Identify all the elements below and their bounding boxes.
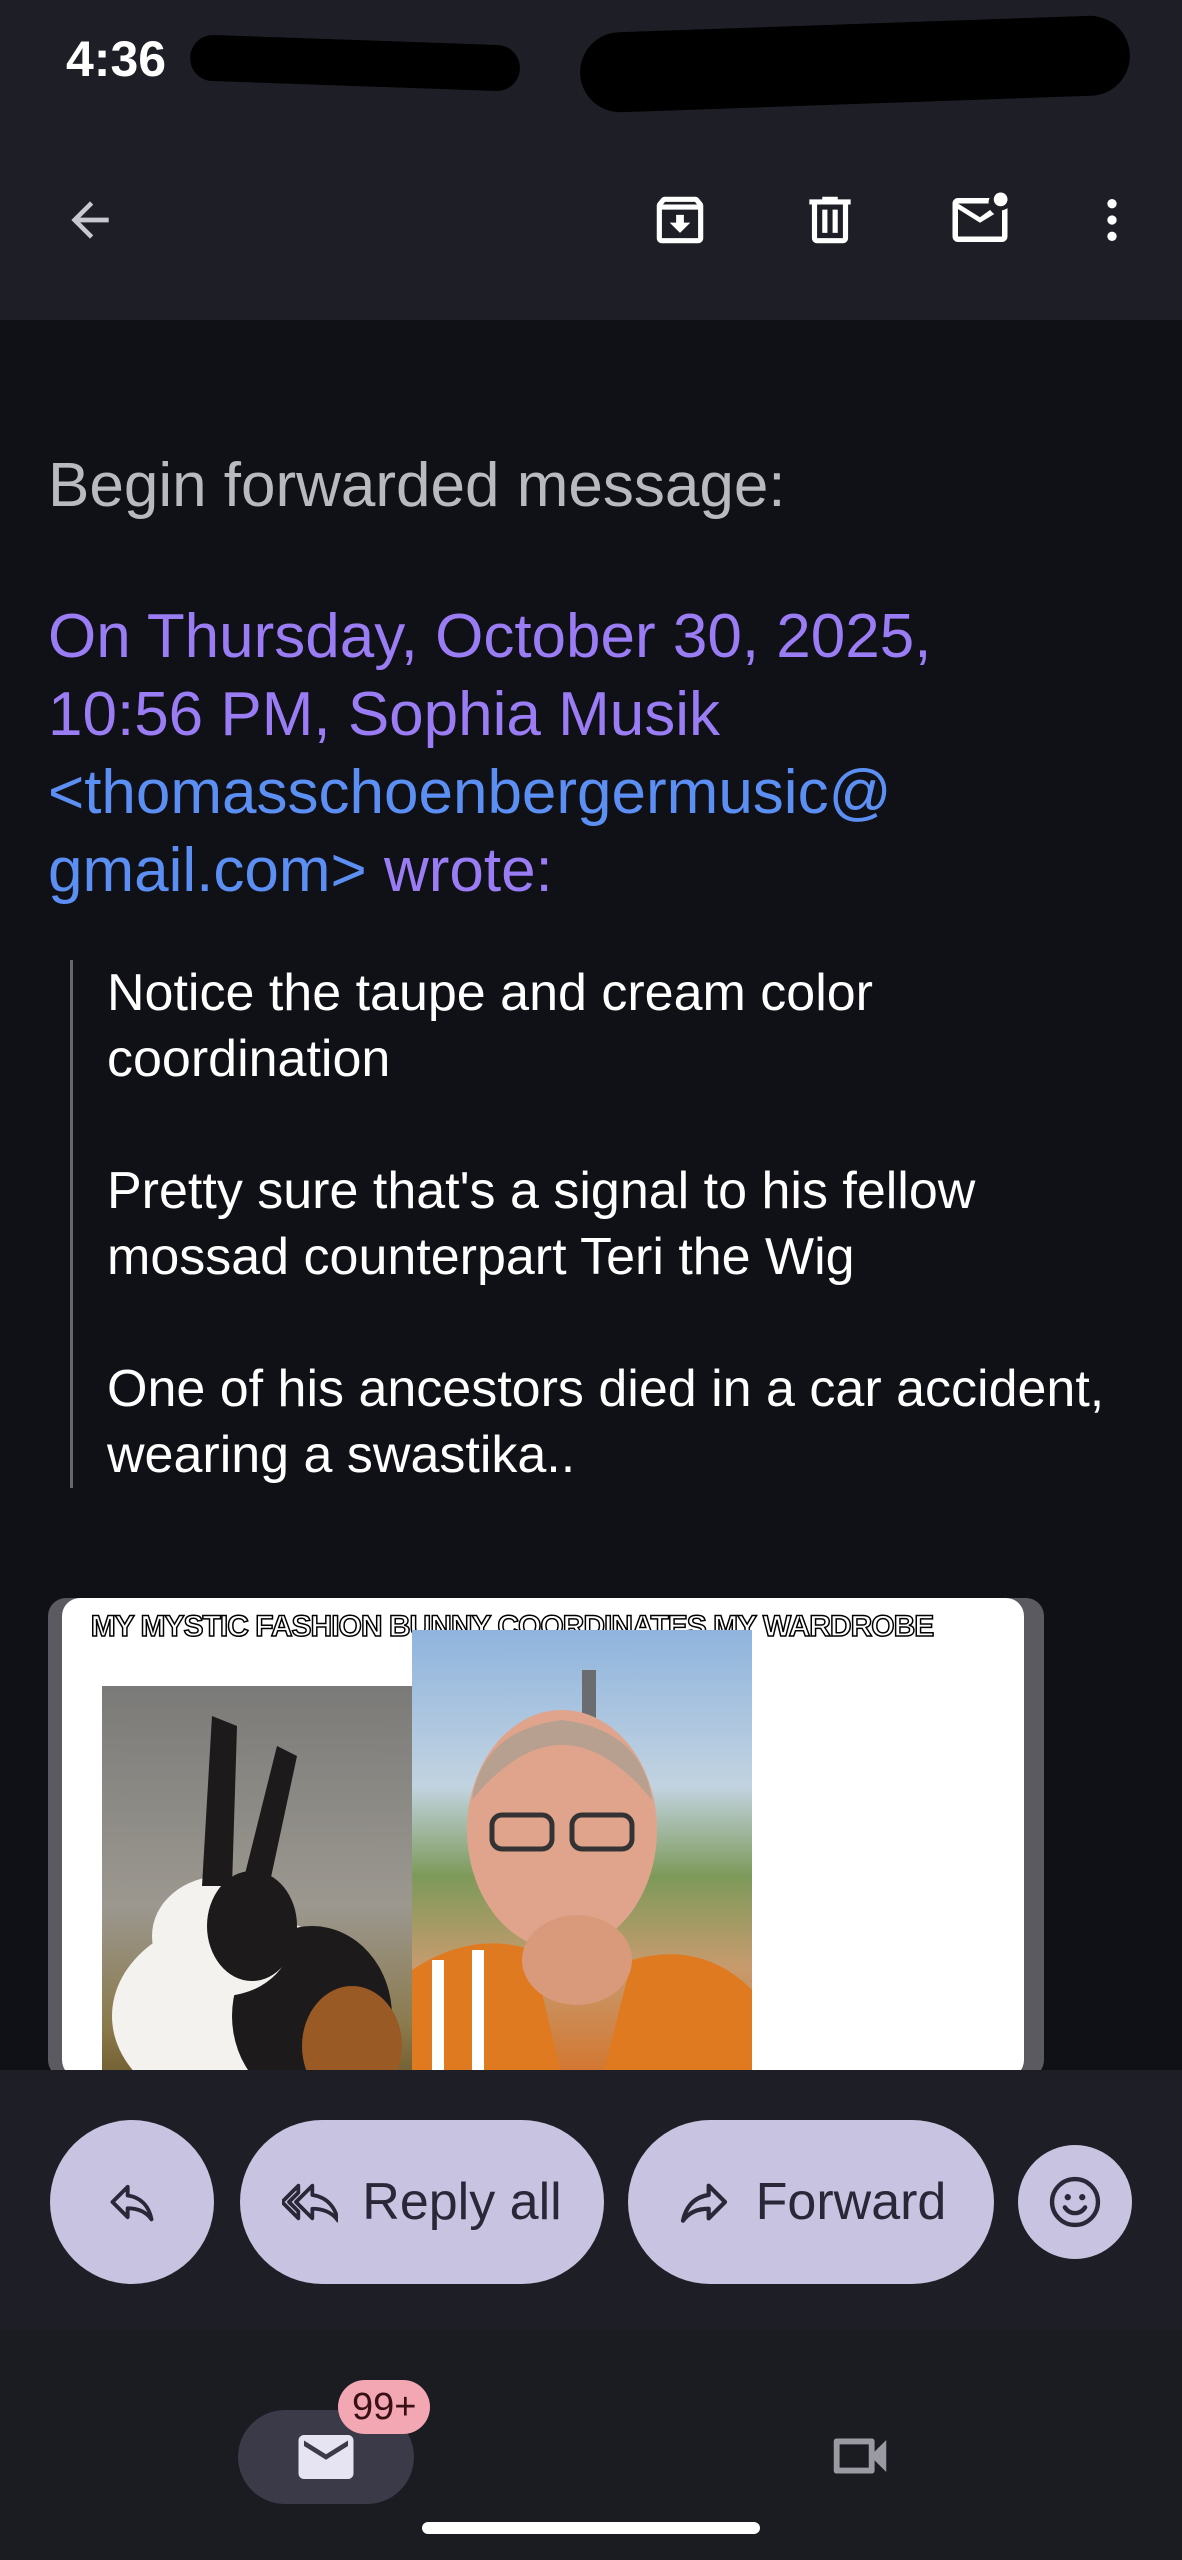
more-options-button[interactable]	[1062, 170, 1162, 270]
back-button[interactable]	[40, 170, 140, 270]
reply-action-bar: Reply all Forward	[0, 2070, 1182, 2330]
rabbit-photo	[102, 1686, 412, 2070]
forward-label: Forward	[755, 2173, 947, 2231]
mail-icon	[298, 2435, 354, 2479]
unread-count-badge: 99+	[338, 2380, 431, 2434]
more-vert-icon	[1107, 199, 1117, 241]
forward-button[interactable]: Forward	[628, 2120, 994, 2284]
emoji-reaction-button[interactable]	[1018, 2145, 1132, 2259]
nav-meet-tab[interactable]	[810, 2406, 910, 2506]
delete-button[interactable]	[780, 170, 880, 270]
reply-button[interactable]	[50, 2120, 214, 2284]
smiley-icon	[1049, 2176, 1101, 2228]
reply-all-icon	[282, 2183, 339, 2223]
quoted-paragraph: Pretty sure that's a signal to his fello…	[107, 1162, 976, 1286]
forward-icon	[680, 2183, 727, 2223]
message-body: Begin forwarded message: On Thursday, Oc…	[0, 320, 1182, 2070]
home-indicator[interactable]	[422, 2522, 760, 2534]
forward-title: Begin forwarded message:	[48, 451, 786, 520]
forwarded-header-text: On Thursday, October 30, 2025, 10:56 PM,…	[48, 602, 932, 749]
redaction-mark	[578, 14, 1132, 114]
man-photo	[412, 1630, 752, 2070]
mark-unread-button[interactable]	[930, 170, 1030, 270]
forwarded-header-suffix: wrote:	[366, 836, 553, 905]
quoted-text: Notice the taupe and cream color coordin…	[70, 960, 1107, 1488]
video-camera-icon	[833, 2438, 887, 2474]
reply-icon	[110, 2184, 154, 2222]
archive-button[interactable]	[630, 170, 730, 270]
status-time: 4:36	[66, 31, 167, 87]
reply-all-label: Reply all	[362, 2173, 562, 2231]
quoted-paragraph: One of his ancestors died in a car accid…	[107, 1360, 1105, 1484]
reply-all-button[interactable]: Reply all	[240, 2120, 604, 2284]
status-bar: 4:36	[0, 0, 1182, 120]
bottom-navigation: 99+	[0, 2330, 1182, 2560]
meme-image: MY MYSTIC FASHION BUNNY COORDINATES MY W…	[62, 1598, 1024, 2070]
back-arrow-icon	[71, 201, 109, 239]
top-app-bar	[0, 120, 1182, 320]
archive-icon	[656, 196, 704, 244]
image-attachment[interactable]: MY MYSTIC FASHION BUNNY COORDINATES MY W…	[48, 1598, 1044, 2070]
delete-icon	[809, 196, 851, 244]
quoted-paragraph: Notice the taupe and cream color coordin…	[107, 964, 873, 1088]
mark-unread-icon	[952, 192, 1008, 242]
forwarded-header: On Thursday, October 30, 2025, 10:56 PM,…	[48, 598, 1098, 910]
redaction-mark	[189, 34, 521, 92]
